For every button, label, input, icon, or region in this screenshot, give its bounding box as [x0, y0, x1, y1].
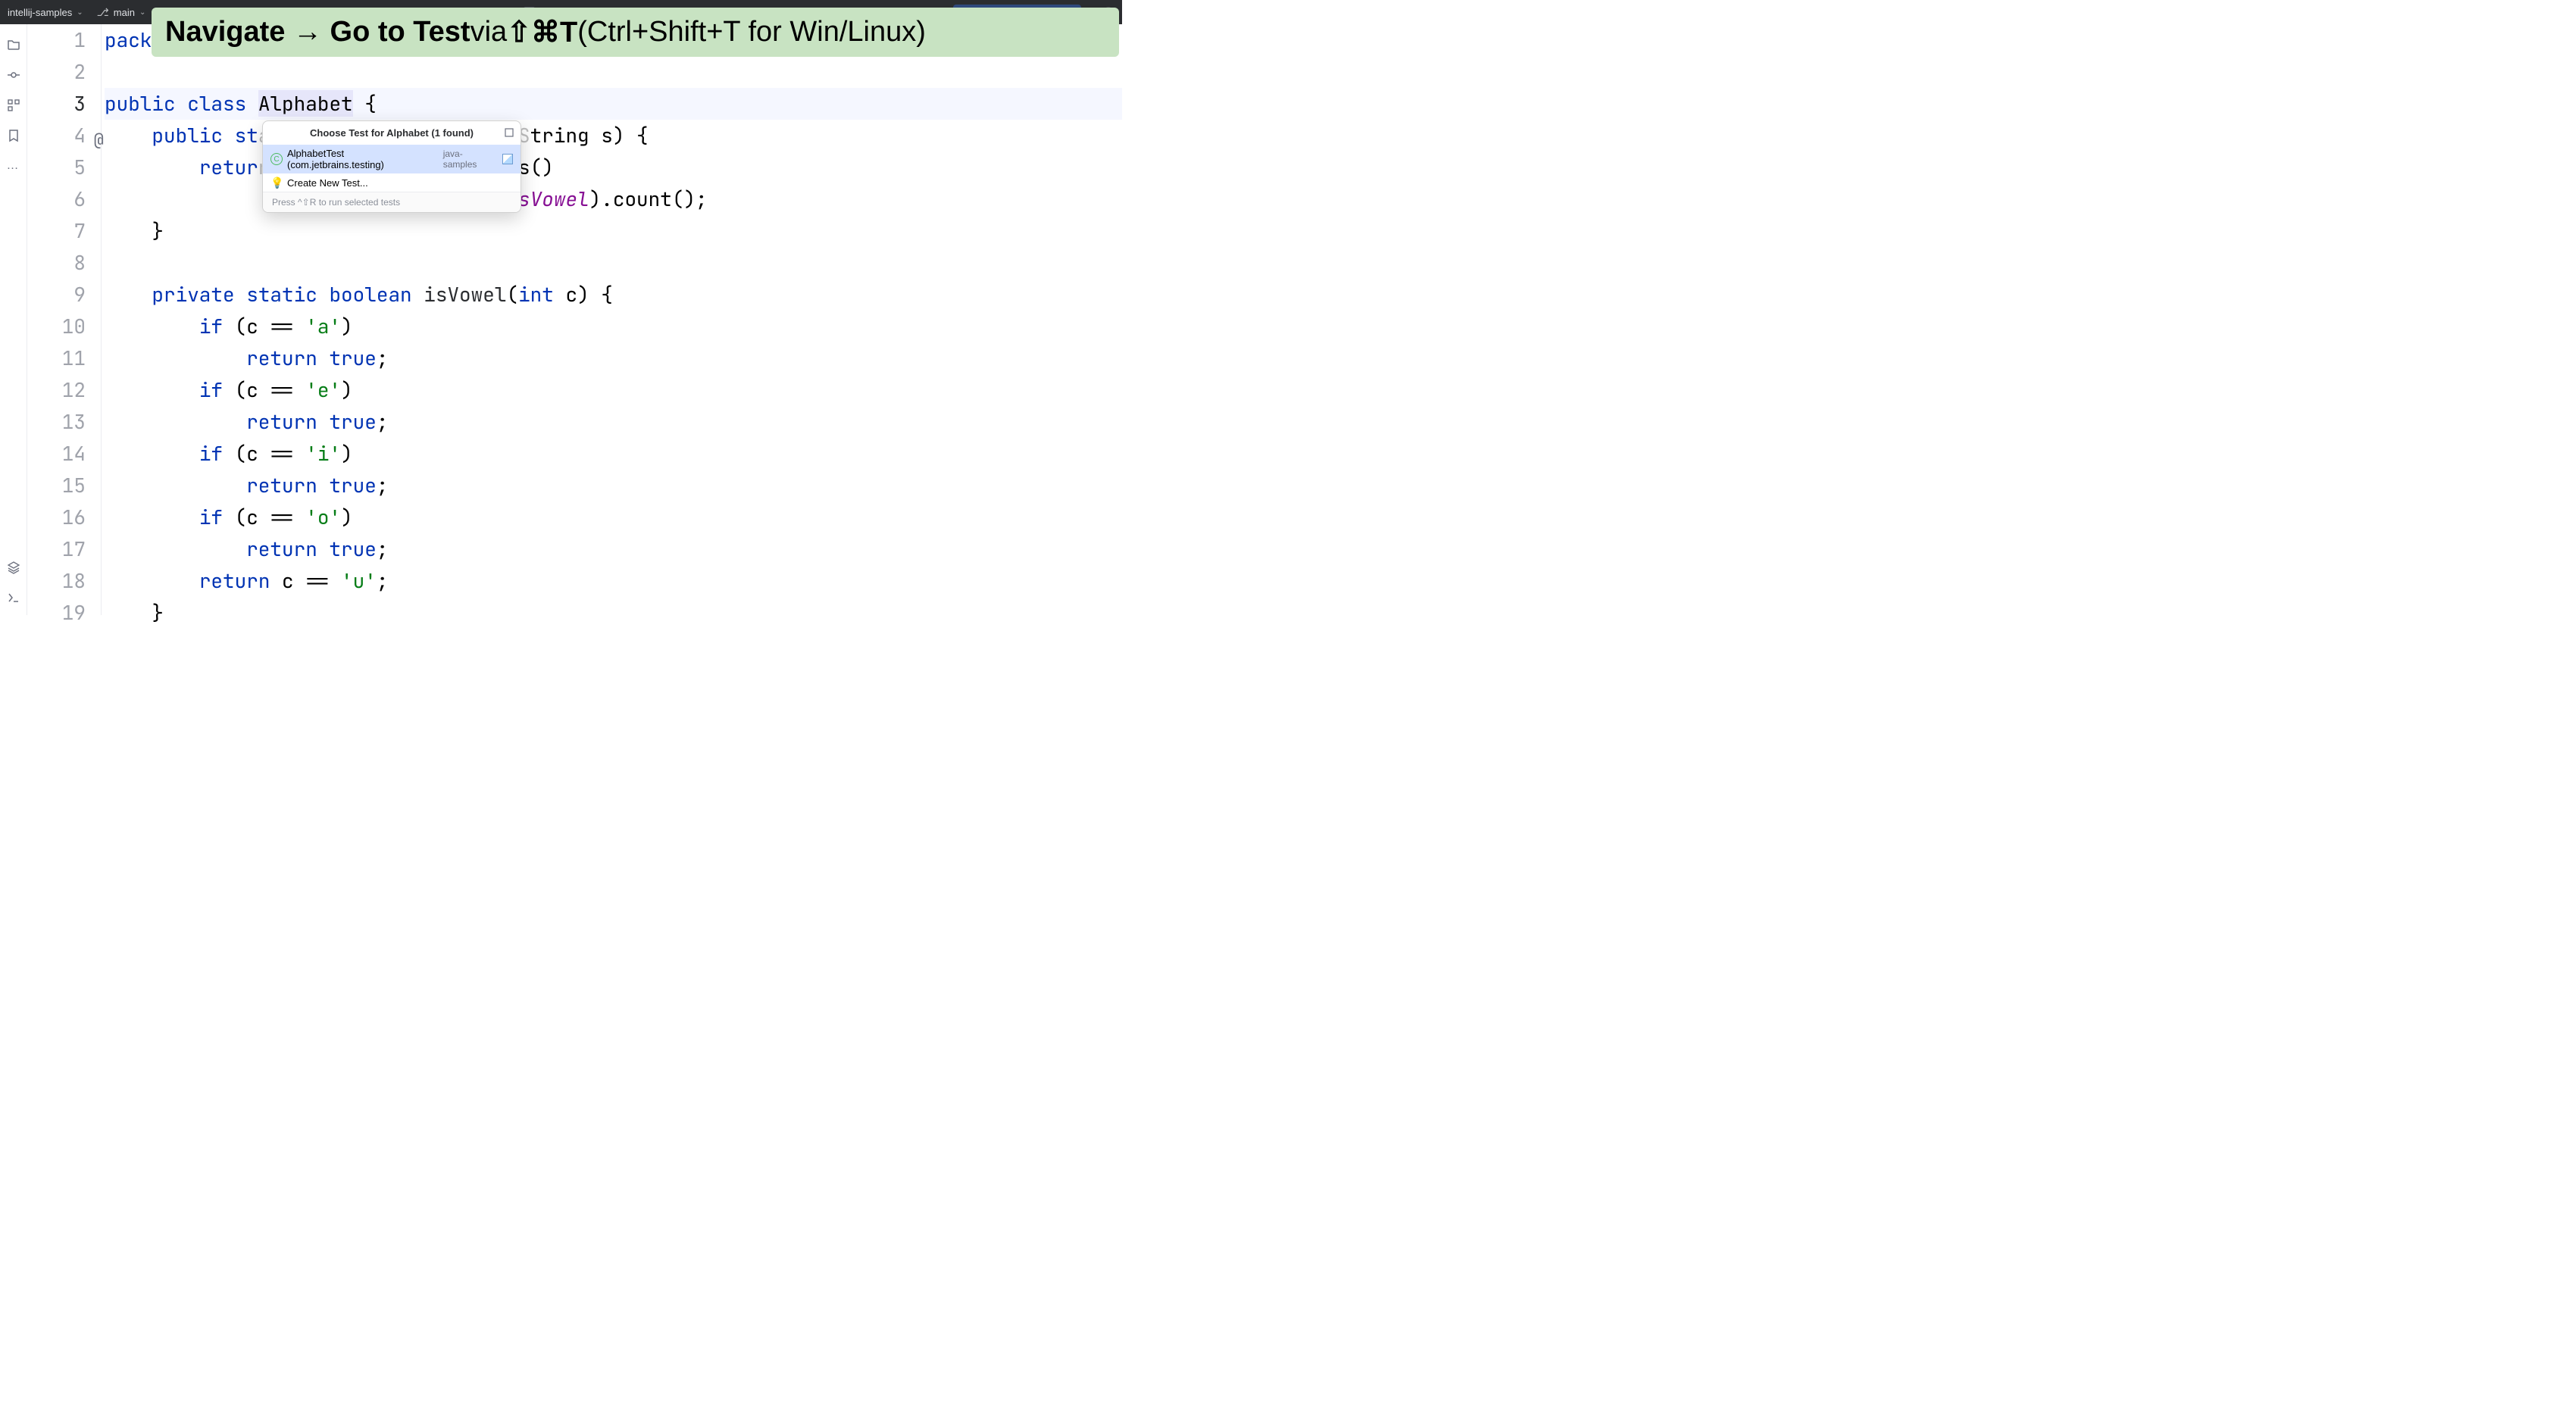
popup-item-label: AlphabetTest (com.jetbrains.testing) — [287, 148, 439, 170]
line-number: 10 — [27, 311, 93, 342]
line-gutter: 1 2 3 4 5 6 7 8 9 10 11 12 13 14 15 16 1… — [27, 24, 102, 615]
bookmarks-tool-icon[interactable] — [7, 129, 20, 142]
line-number: 14 — [27, 438, 93, 470]
branch-icon: ⎇ — [97, 6, 109, 19]
commit-tool-icon[interactable] — [7, 68, 20, 82]
popup-item-module: java-samples — [443, 148, 495, 170]
line-number: 18 — [27, 565, 93, 597]
line-number: 3 — [27, 88, 93, 120]
chevron-down-icon: ⌄ — [139, 8, 145, 17]
line-number: 19 — [27, 597, 93, 629]
code-content[interactable]: package com.jetbrains.testing; public cl… — [102, 24, 1122, 615]
line-number: 8 — [27, 247, 93, 279]
class-icon: C — [270, 153, 283, 165]
project-selector[interactable]: intellij-samples ⌄ — [8, 7, 83, 18]
branch-name: main — [114, 7, 135, 18]
popup-hint: Press ^⇧R to run selected tests — [263, 192, 521, 212]
line-number: 12 — [27, 374, 93, 406]
tip-action: Navigate → Go to Test — [165, 16, 470, 48]
line-number: 11 — [27, 342, 93, 374]
chevron-down-icon: ⌄ — [77, 8, 83, 17]
popup-item-create-test[interactable]: 💡 Create New Test... — [263, 173, 521, 192]
structure-tool-icon[interactable] — [7, 98, 20, 112]
line-number: 13 — [27, 406, 93, 438]
layers-tool-icon[interactable] — [7, 561, 20, 574]
pin-icon[interactable] — [504, 127, 514, 138]
line-number: 16 — [27, 501, 93, 533]
lightbulb-icon: 💡 — [270, 176, 283, 189]
line-number: 4 — [27, 120, 93, 152]
project-tool-icon[interactable] — [7, 38, 20, 52]
module-icon — [502, 154, 513, 164]
more-tool-icon[interactable]: … — [7, 159, 20, 173]
branch-selector[interactable]: ⎇ main ⌄ — [97, 6, 146, 19]
tip-shortcut: ⇧⌘T — [507, 15, 577, 49]
tip-banner: Navigate → Go to Test via ⇧⌘T (Ctrl+Shif… — [152, 8, 1119, 57]
line-number: 15 — [27, 470, 93, 501]
project-name: intellij-samples — [8, 7, 72, 18]
popup-item-label: Create New Test... — [287, 177, 368, 189]
line-number: 5 — [27, 152, 93, 183]
left-tool-stripe: … — [0, 24, 27, 615]
popup-title: Choose Test for Alphabet (1 found) — [263, 121, 521, 145]
terminal-tool-icon[interactable] — [7, 591, 20, 604]
code-editor[interactable]: 1 2 3 4 5 6 7 8 9 10 11 12 13 14 15 16 1… — [27, 24, 1122, 615]
line-number: 2 — [27, 56, 93, 88]
choose-test-popup: Choose Test for Alphabet (1 found) C Alp… — [262, 120, 521, 213]
line-number: 1 — [27, 24, 93, 56]
line-number: 17 — [27, 533, 93, 565]
popup-item-existing-test[interactable]: C AlphabetTest (com.jetbrains.testing) j… — [263, 145, 521, 173]
line-number: 7 — [27, 215, 93, 247]
line-number: 9 — [27, 279, 93, 311]
line-number: 6 — [27, 183, 93, 215]
